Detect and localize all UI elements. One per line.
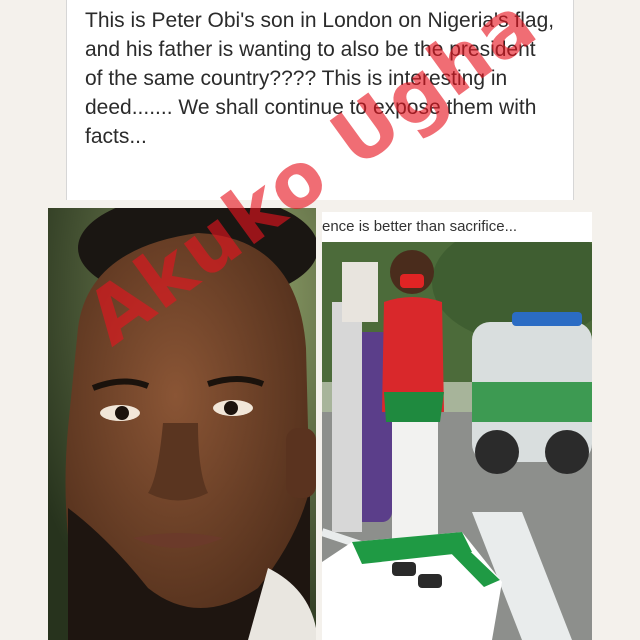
photo-caption: ence is better than sacrifice... xyxy=(322,218,518,235)
portrait-image xyxy=(48,208,316,640)
post-card: This is Peter Obi's son in London on Nig… xyxy=(66,0,574,200)
protest-photo: ence is better than sacrifice... xyxy=(322,212,592,640)
protest-image xyxy=(322,212,592,640)
caption-strip: ence is better than sacrifice... xyxy=(322,212,592,242)
post-text: This is Peter Obi's son in London on Nig… xyxy=(85,9,555,148)
portrait-photo xyxy=(48,208,316,640)
